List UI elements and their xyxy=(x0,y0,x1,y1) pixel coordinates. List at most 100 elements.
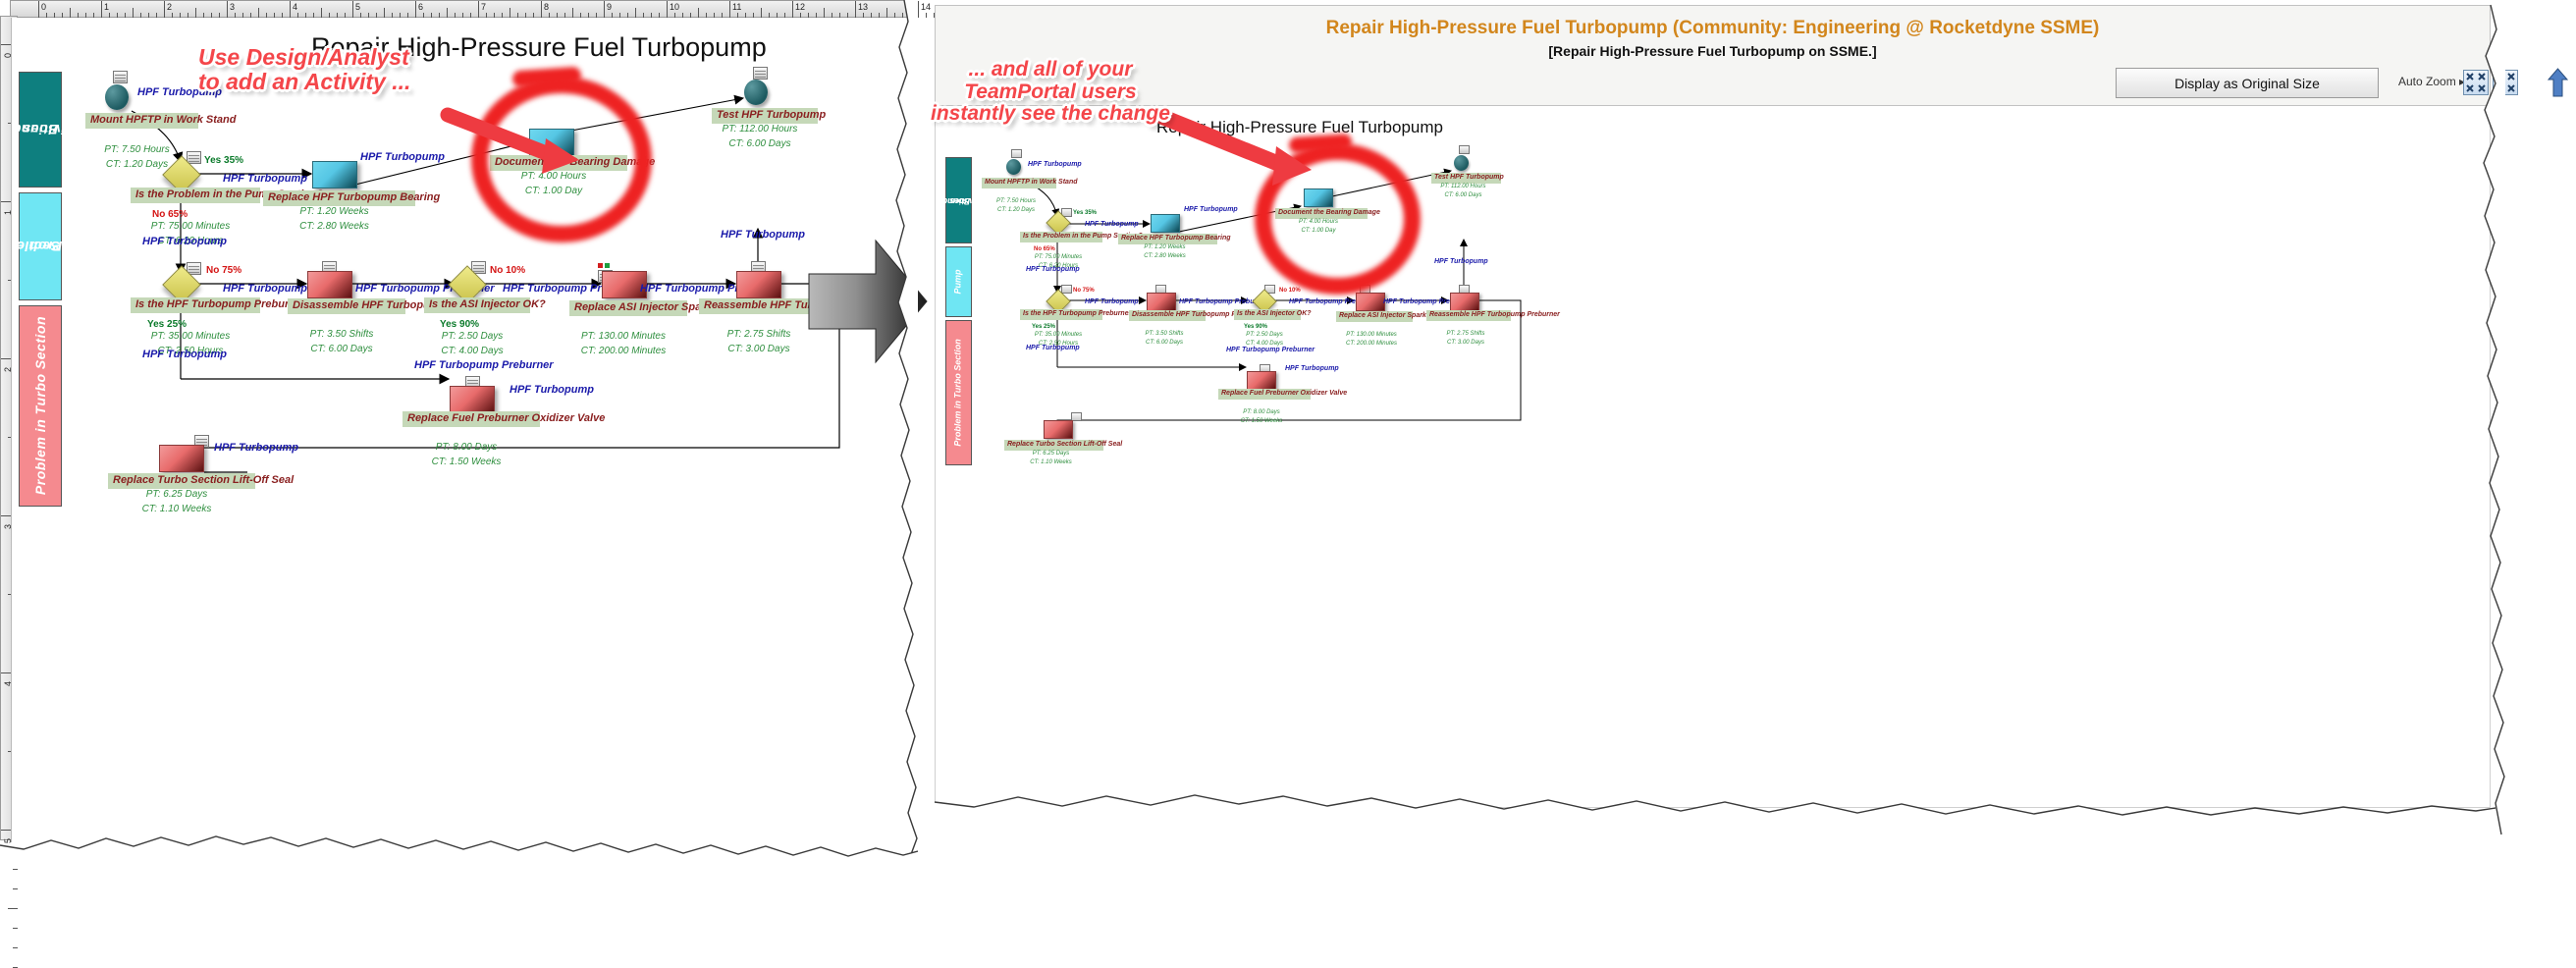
callout-line-2: TeamPortal users xyxy=(964,80,1137,103)
pt-value: PT: 2.50 Days xyxy=(441,331,504,342)
node-replace-hpf-bearing-shape-small[interactable] xyxy=(1151,214,1180,233)
branch-yes-label: Yes 90% xyxy=(440,319,480,330)
ruler-number: 1 xyxy=(104,2,110,12)
pt-value: PT: 6.25 Days xyxy=(1032,451,1070,457)
node-is-preburner-ok-label-small: Is the HPF Turbopump Preburner OK? xyxy=(1020,309,1148,320)
node-is-preburner-ok-label: Is the HPF Turbopump Preburner OK? xyxy=(131,297,332,313)
ruler-minor-tick xyxy=(761,8,762,18)
document-icon xyxy=(1061,285,1072,294)
node-disassemble-preburner-shape-small[interactable] xyxy=(1147,293,1176,311)
ruler-tick xyxy=(792,1,793,18)
node-replace-fuel-preburner-oxidizer-valve-shape[interactable] xyxy=(450,386,495,413)
pt-value: PT: 8.00 Days xyxy=(435,442,498,453)
ct-value: CT: 2.80 Weeks xyxy=(299,220,369,232)
edge-label: HPF Turbopump xyxy=(214,442,298,454)
node-is-asi-injector-ok-label: Is the ASI Injector OK? xyxy=(424,297,546,313)
document-icon xyxy=(753,67,768,80)
diagram-canvas[interactable]: Repair High-Pressure Fuel Turbopump Boun… xyxy=(11,18,900,842)
ct-value: CT: 4.00 Days xyxy=(441,345,504,356)
pt-value: PT: 2.50 Days xyxy=(1246,332,1283,338)
node-reassemble-preburner-shape-small[interactable] xyxy=(1450,293,1479,311)
ruler-minor-tick xyxy=(13,947,18,948)
swimlane-problem-turbo-section-small: Problem in Turbo Section xyxy=(945,320,972,465)
node-replace-fuel-preburner-oxidizer-valve-label: Replace Fuel Preburner Oxidizer Valve xyxy=(402,411,605,427)
node-is-problem-pump-section-label-small: Is the Problem in the Pump Section? xyxy=(1020,232,1143,242)
node-replace-asi-spark-igniter-metrics: PT: 130.00 Minutes CT: 200.00 Minutes xyxy=(569,330,677,358)
viewer-diagram-canvas[interactable]: Repair High-Pressure Fuel Turbopump Boun… xyxy=(935,106,2491,808)
node-mount-hpftp-shape-small[interactable] xyxy=(1006,159,1021,175)
node-replace-turbo-lift-off-seal-shape-small[interactable] xyxy=(1044,420,1073,439)
document-icon xyxy=(113,71,128,83)
ruler-minor-tick xyxy=(13,888,18,889)
node-replace-hpf-bearing-shape[interactable] xyxy=(312,161,357,188)
callout-line-3: instantly see the change xyxy=(931,102,1170,126)
node-replace-asi-spark-igniter-label-small: Replace ASI Injector Spark Igniter xyxy=(1336,311,1449,322)
ct-value: CT: 1.10 Weeks xyxy=(1030,459,1072,465)
ruler-minor-tick xyxy=(8,908,18,909)
teamportal-viewer-panel: Repair High-Pressure Fuel Turbopump (Com… xyxy=(913,4,2576,835)
ruler-minor-tick xyxy=(886,8,887,18)
swimlane-problem-pump-section: Problem in Pump Section xyxy=(12,192,105,300)
ruler-minor-tick xyxy=(698,8,699,18)
ruler-minor-tick xyxy=(384,8,385,18)
label-text: Replace Fuel Preburner Oxidizer Valve xyxy=(407,412,606,424)
label-text: Mount HPFTP in Work Stand xyxy=(985,179,1078,186)
ruler-number: 12 xyxy=(795,2,806,12)
branch-no-label: No 10% xyxy=(490,265,526,276)
edge-label-small: HPF Turbopump xyxy=(1434,258,1488,265)
pt-value: PT: 6.25 Days xyxy=(145,489,208,500)
node-test-hpf-turbopump-metrics: PT: 112.00 Hours CT: 6.00 Days xyxy=(712,123,808,151)
flow-connectors-small xyxy=(1026,168,1522,431)
ruler-minor-tick xyxy=(133,8,134,18)
node-replace-fuel-preburner-oxidizer-valve-label-small: Replace Fuel Preburner Oxidizer Valve xyxy=(1218,389,1347,400)
ruler-minor-tick xyxy=(572,8,573,18)
ruler-number: 3 xyxy=(230,2,236,12)
node-mount-hpftp-shape[interactable] xyxy=(105,84,129,110)
ruler-tick xyxy=(227,1,228,18)
ruler-minor-tick xyxy=(13,869,18,870)
node-mount-hpftp-label-small: Mount HPFTP in Work Stand xyxy=(982,178,1078,188)
node-reassemble-preburner-label-small: Reassemble HPF Turbopump Preburner xyxy=(1426,310,1560,321)
swimlane-label-line1: Problem in Turbo Section xyxy=(952,339,963,447)
edge-label-small: HPF Turbopump xyxy=(1026,345,1080,351)
node-test-hpf-turbopump-shape-small[interactable] xyxy=(1454,155,1469,171)
ruler-number: 9 xyxy=(607,2,613,12)
node-is-asi-injector-ok-metrics: PT: 2.50 Days CT: 4.00 Days xyxy=(424,330,520,358)
node-test-hpf-turbopump-shape[interactable] xyxy=(744,80,768,105)
label-text: Replace Fuel Preburner Oxidizer Valve xyxy=(1221,390,1348,397)
ct-value: CT: 2.80 Weeks xyxy=(1144,253,1186,259)
scroll-up-down-icon[interactable] xyxy=(2546,67,2571,98)
edge-label-preburner: HPF Turbopump Preburner xyxy=(414,359,554,371)
branch-yes-label-small: Yes 35% xyxy=(1073,210,1098,216)
node-disassemble-preburner-shape[interactable] xyxy=(307,271,352,298)
torn-paper-right-edge-viewer xyxy=(2483,4,2505,835)
node-reassemble-preburner-shape[interactable] xyxy=(736,271,781,298)
ruler-number: 2 xyxy=(167,2,173,12)
swimlane-label-line2: Activities xyxy=(23,122,89,138)
node-replace-turbo-lift-off-seal-shape[interactable] xyxy=(159,445,204,472)
node-replace-fuel-preburner-oxidizer-valve-shape-small[interactable] xyxy=(1247,371,1276,390)
callout-line-2: to add an Activity ... xyxy=(198,68,411,94)
branch-yes-label-small: Yes 25% xyxy=(1032,324,1056,330)
ct-value: CT: 6.00 Days xyxy=(728,137,791,149)
ruler-tick xyxy=(541,1,542,18)
node-reassemble-preburner-metrics-small: PT: 2.75 Shifts CT: 3.00 Days xyxy=(1426,330,1505,348)
label-text: Test HPF Turbopump xyxy=(717,109,827,121)
node-test-hpf-turbopump-label: Test HPF Turbopump xyxy=(712,108,826,124)
ruler-tick xyxy=(415,1,416,18)
ruler-tick xyxy=(101,1,102,18)
callout-design-analyst: Use Design/Analyst to add an Activity ..… xyxy=(198,45,410,94)
display-as-original-size-button[interactable]: Display as Original Size xyxy=(2116,68,2379,98)
node-mount-hpftp-label: Mount HPFTP in Work Stand xyxy=(85,113,237,129)
ruler-tick xyxy=(478,1,479,18)
edge-label-small: HPF Turbopump xyxy=(1085,221,1139,228)
node-replace-turbo-lift-off-seal-metrics: PT: 6.25 Days CT: 1.10 Weeks xyxy=(108,488,245,516)
ct-value: CT: 200.00 Minutes xyxy=(1346,341,1397,347)
edge-label-small: HPF Turbopump xyxy=(1184,206,1238,213)
branch-yes-label: Yes 35% xyxy=(204,155,244,166)
label-text: Replace HPF Turbopump Bearing xyxy=(1121,235,1231,242)
node-disassemble-preburner-metrics: PT: 3.50 Shifts CT: 6.00 Days xyxy=(288,328,396,356)
node-replace-asi-spark-igniter-shape-small[interactable] xyxy=(1356,293,1385,311)
ruler-minor-tick xyxy=(635,8,636,18)
pt-value: PT: 130.00 Minutes xyxy=(1346,332,1397,338)
